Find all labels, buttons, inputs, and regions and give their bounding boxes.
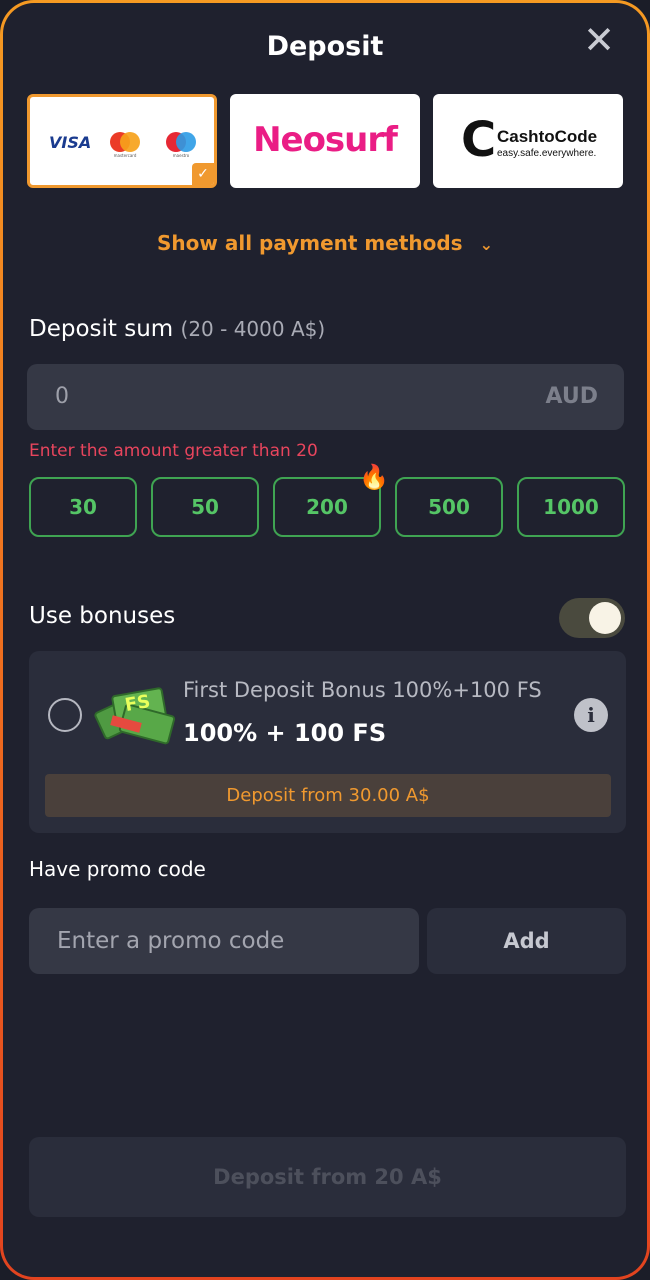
cash-bundle-icon: FS [93, 671, 176, 747]
promo-code-input[interactable] [29, 908, 419, 974]
add-promo-button[interactable]: Add [427, 908, 626, 974]
quick-amount-30[interactable]: 30 [29, 477, 137, 537]
bonus-card[interactable]: FS First Deposit Bonus 100%+100 FS 100% … [29, 651, 626, 833]
payment-method-cashtocode[interactable]: C CashtoCode easy.safe.everywhere. [433, 94, 623, 188]
mastercard-logo: mastercard [110, 132, 140, 158]
cashtocode-icon: C [461, 112, 497, 168]
quick-amount-1000[interactable]: 1000 [517, 477, 625, 537]
amount-error: Enter the amount greater than 20 [29, 441, 318, 461]
fire-icon: 🔥 [359, 463, 389, 491]
cashtocode-name: CashtoCode [497, 127, 598, 146]
checkmark-icon: ✓ [192, 163, 214, 185]
neosurf-logo: Neosurf [253, 120, 398, 160]
page-title: Deposit [266, 31, 384, 62]
deposit-sum-label: Deposit sum (20 - 4000 A$) [29, 316, 325, 342]
deposit-button[interactable]: Deposit from 20 A$ [29, 1137, 626, 1217]
bonus-min-deposit: Deposit from 30.00 A$ [45, 774, 611, 817]
bonus-name: First Deposit Bonus 100%+100 FS [183, 678, 542, 702]
quick-amount-200-label: 200 [306, 495, 348, 519]
modal-frame: Deposit ✕ VISA mastercard maestro ✓ Neos… [0, 0, 650, 1280]
show-all-label: Show all payment methods [157, 231, 463, 255]
cashtocode-tagline: easy.safe.everywhere. [497, 148, 597, 159]
info-icon[interactable]: i [574, 698, 608, 732]
deposit-sum-title: Deposit sum [29, 316, 174, 342]
quick-amount-200[interactable]: 200 🔥 [273, 465, 389, 537]
quick-amount-500[interactable]: 500 [395, 477, 503, 537]
bonus-value: 100% + 100 FS [183, 719, 387, 747]
quick-amount-50[interactable]: 50 [151, 477, 259, 537]
chevron-down-icon: ⌄ [479, 235, 493, 254]
show-all-methods-button[interactable]: Show all payment methods ⌄ [3, 231, 647, 255]
payment-methods: VISA mastercard maestro ✓ Neosurf C Cash… [27, 94, 624, 190]
visa-logo: VISA [49, 133, 92, 152]
use-bonuses-toggle[interactable] [559, 598, 625, 638]
maestro-logo: maestro [166, 132, 196, 158]
payment-method-neosurf[interactable]: Neosurf [230, 94, 420, 188]
quick-amounts: 30 50 200 🔥 500 1000 [29, 465, 626, 539]
deposit-sum-range: (20 - 4000 A$) [180, 317, 326, 341]
toggle-knob [589, 602, 621, 634]
close-icon[interactable]: ✕ [581, 21, 617, 59]
promo-code-label: Have promo code [29, 857, 206, 881]
amount-value: 0 [55, 384, 69, 409]
use-bonuses-label: Use bonuses [29, 603, 176, 629]
bonus-radio[interactable] [48, 698, 82, 732]
deposit-modal: Deposit ✕ VISA mastercard maestro ✓ Neos… [3, 3, 647, 1277]
payment-method-card[interactable]: VISA mastercard maestro ✓ [27, 94, 217, 188]
currency-label: AUD [545, 384, 598, 409]
amount-input[interactable]: 0 AUD [27, 364, 624, 430]
